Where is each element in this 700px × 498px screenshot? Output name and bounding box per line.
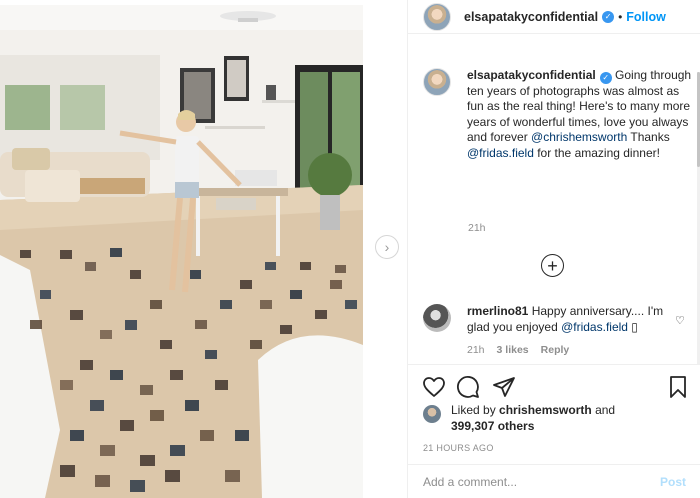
comments-section: elsapatakyconfidential ✓ Going through te…: [408, 34, 700, 364]
caption-timestamp[interactable]: 21h: [468, 222, 486, 234]
likes-prefix: Liked by: [451, 403, 500, 417]
comment-input[interactable]: [423, 474, 660, 489]
post-comment-button[interactable]: Post: [660, 475, 686, 489]
photo-illustration: [0, 0, 407, 498]
plus-circle-icon: +: [547, 255, 558, 276]
post-photo[interactable]: ›: [0, 0, 407, 498]
post-side-panel: elsapatakyconfidential ✓ • Follow elsapa…: [407, 0, 700, 498]
likes-others-count[interactable]: 399,307 others: [451, 419, 534, 433]
comment-item: rmerlino81 Happy anniversary.... I'm gla…: [423, 304, 693, 359]
post-header: elsapatakyconfidential ✓ • Follow: [408, 0, 700, 34]
verified-badge-icon: ✓: [602, 10, 615, 23]
post-actions: Liked by chrishemsworth and 399,307 othe…: [408, 364, 700, 464]
reply-button[interactable]: Reply: [541, 343, 570, 359]
comment-body: rmerlino81 Happy anniversary.... I'm gla…: [467, 304, 672, 359]
follow-button[interactable]: Follow: [626, 10, 666, 24]
mention-link[interactable]: @fridas.field: [467, 146, 534, 160]
liker-avatar[interactable]: [423, 405, 441, 423]
comment-like-heart-icon[interactable]: ♡: [675, 314, 685, 327]
load-more-comments-button[interactable]: +: [541, 254, 564, 277]
likes-summary: Liked by chrishemsworth and 399,307 othe…: [423, 403, 615, 434]
mention-link[interactable]: @fridas.field: [561, 320, 628, 334]
author-username[interactable]: elsapatakyconfidential: [464, 10, 598, 24]
caption-avatar[interactable]: [423, 68, 451, 96]
likes-text: Liked by chrishemsworth and 399,307 othe…: [451, 403, 615, 434]
caption-text-part-2: Thanks: [627, 130, 670, 145]
commenter-username[interactable]: rmerlino81: [467, 304, 528, 318]
heart-icon[interactable]: [422, 375, 446, 399]
author-avatar[interactable]: [423, 2, 451, 31]
likes-middle: and: [591, 403, 616, 417]
header-separator: •: [618, 9, 623, 24]
caption: elsapatakyconfidential ✓ Going through te…: [423, 68, 693, 161]
chevron-right-icon: ›: [384, 239, 390, 255]
share-icon[interactable]: [492, 375, 516, 399]
post-timestamp[interactable]: 21 HOURS AGO: [423, 443, 494, 453]
add-comment-bar: Post: [408, 464, 700, 498]
bookmark-icon[interactable]: [666, 375, 690, 399]
mention-link[interactable]: @chrishemsworth: [531, 130, 627, 144]
liker-username[interactable]: chrishemsworth: [499, 403, 592, 417]
commenter-avatar[interactable]: [423, 304, 451, 332]
caption-username[interactable]: elsapatakyconfidential: [467, 68, 596, 82]
verified-badge-icon: ✓: [599, 71, 612, 84]
next-photo-button[interactable]: ›: [375, 235, 399, 259]
comment-likes-count[interactable]: 3 likes: [497, 343, 529, 359]
caption-text: elsapatakyconfidential ✓ Going through te…: [467, 68, 693, 161]
comment-emoji: ▯: [631, 319, 638, 334]
caption-text-part-3: for the amazing dinner!: [533, 145, 660, 160]
comment-meta: 21h 3 likes Reply: [467, 343, 672, 359]
comment-icon[interactable]: [456, 375, 480, 399]
comment-timestamp: 21h: [467, 344, 485, 356]
